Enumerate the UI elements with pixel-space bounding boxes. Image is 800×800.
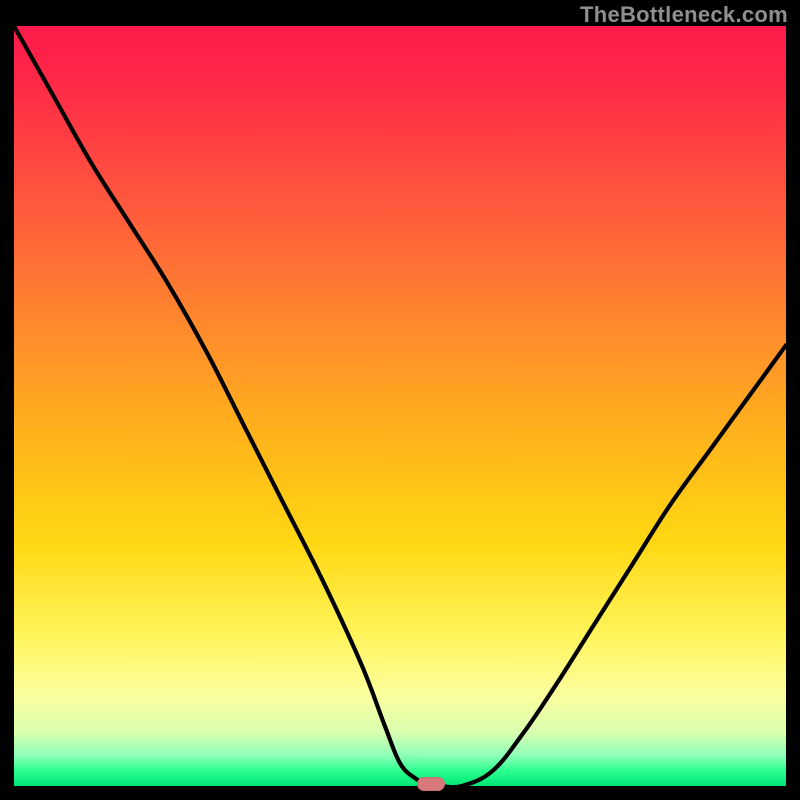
min-marker <box>417 777 445 791</box>
watermark-text: TheBottleneck.com <box>580 2 788 28</box>
chart-frame: TheBottleneck.com <box>0 0 800 800</box>
bottleneck-curve <box>14 26 786 786</box>
